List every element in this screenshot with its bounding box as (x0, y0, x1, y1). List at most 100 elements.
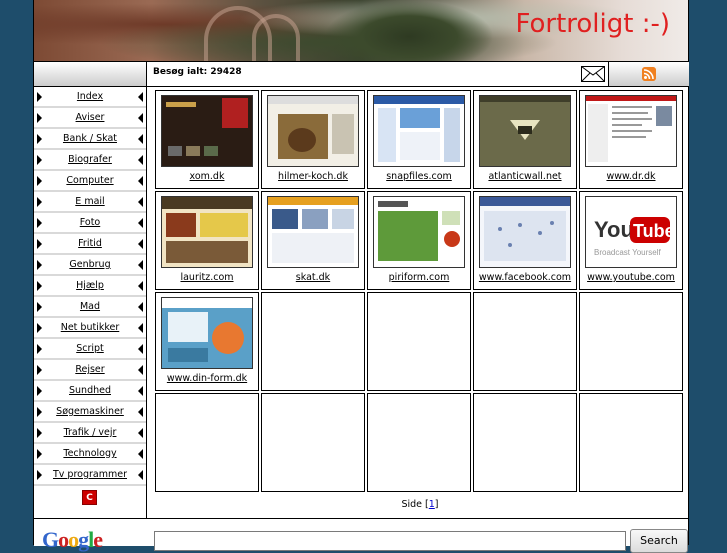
site-link[interactable]: www.facebook.com (474, 272, 576, 283)
nav-item-label: Aviser (75, 112, 105, 123)
nav-item-script[interactable]: Script (34, 339, 146, 360)
site-thumbnail-lauritz-com[interactable]: lauritz.com (155, 191, 259, 290)
site-screenshot-image[interactable] (373, 196, 465, 268)
site-screenshot-image[interactable] (161, 95, 253, 167)
arrow-left-icon (138, 260, 143, 270)
site-link[interactable]: xom.dk (156, 171, 258, 182)
site-screenshot-image[interactable] (267, 95, 359, 167)
nav-item-index[interactable]: Index (34, 87, 146, 108)
site-screenshot-image[interactable] (585, 95, 677, 167)
nav-item-label: Biografer (68, 154, 112, 165)
site-link[interactable]: atlanticwall.net (474, 171, 576, 182)
site-link[interactable]: piriform.com (368, 272, 470, 283)
site-thumbnail-piriform-com[interactable]: piriform.com (367, 191, 471, 290)
nav-item-foto[interactable]: Foto (34, 213, 146, 234)
pager: Side [1] (401, 499, 439, 510)
site-thumbnail-atlanticwall-net[interactable]: atlanticwall.net (473, 90, 577, 189)
nav-item-label: Foto (79, 217, 101, 228)
arrow-left-icon (138, 407, 143, 417)
arrow-left-icon (138, 428, 143, 438)
site-thumbnail-www-facebook-com[interactable]: www.facebook.com (473, 191, 577, 290)
category-nav: Index Aviser Bank / Skat Biografer Computer E… (34, 87, 147, 518)
site-screenshot-image[interactable] (161, 196, 253, 268)
arrow-right-icon (37, 197, 42, 207)
google-search-input[interactable] (154, 531, 626, 551)
nav-item-mad[interactable]: Mad (34, 297, 146, 318)
arrow-right-icon (37, 386, 42, 396)
nav-item-tv-programmer[interactable]: Tv programmer (34, 465, 146, 486)
site-screenshot-image[interactable]: You Tube Broadcast Yourself (585, 196, 677, 268)
nav-item-label: Computer (66, 175, 114, 186)
site-link[interactable]: lauritz.com (156, 272, 258, 283)
nav-item-label: Bank / Skat (62, 133, 117, 144)
arrow-right-icon (37, 134, 42, 144)
nav-item-label: Fritid (78, 238, 102, 249)
site-screenshot-image[interactable] (267, 196, 359, 268)
site-link[interactable]: skat.dk (262, 272, 364, 283)
site-thumbnail-snapfiles-com[interactable]: snapfiles.com (367, 90, 471, 189)
nav-item-genbrug[interactable]: Genbrug (34, 255, 146, 276)
nav-item-e-mail[interactable]: E mail (34, 192, 146, 213)
search-button[interactable]: Search (630, 529, 688, 553)
site-thumbnail-www-dr-dk[interactable]: www.dr.dk (579, 90, 683, 189)
arrow-left-icon (138, 134, 143, 144)
empty-thumbnail-slot (473, 393, 577, 492)
nav-item-label: Mad (79, 301, 101, 312)
pager-label: Side (401, 499, 423, 510)
nav-item-label: Tv programmer (52, 469, 127, 480)
nav-item-bank-skat[interactable]: Bank / Skat (34, 129, 146, 150)
nav-item-net-butikker[interactable]: Net butikker (34, 318, 146, 339)
nav-item-technology[interactable]: Technology (34, 444, 146, 465)
arrow-right-icon (37, 407, 42, 417)
arrow-left-icon (138, 281, 143, 291)
arrow-left-icon (138, 92, 143, 102)
church-window-arch-small (252, 14, 300, 61)
header-banner: Fortroligt :-) (34, 0, 688, 61)
arrow-right-icon (37, 344, 42, 354)
nav-item-label: Trafik / vejr (63, 427, 117, 438)
nav-item-fritid[interactable]: Fritid (34, 234, 146, 255)
site-thumbnail-hilmer-koch-dk[interactable]: hilmer-koch.dk (261, 90, 365, 189)
counter-logo-icon[interactable]: C (82, 490, 97, 505)
arrow-right-icon (37, 239, 42, 249)
arrow-right-icon (37, 92, 42, 102)
site-link[interactable]: www.dr.dk (580, 171, 682, 182)
site-link[interactable]: hilmer-koch.dk (262, 171, 364, 182)
pager-page-link[interactable]: 1 (429, 499, 435, 510)
rss-icon[interactable] (642, 67, 656, 81)
nav-item-aviser[interactable]: Aviser (34, 108, 146, 129)
site-thumbnail-www-youtube-com[interactable]: You Tube Broadcast Yourself www.youtube.com (579, 191, 683, 290)
site-screenshot-image[interactable] (373, 95, 465, 167)
arrow-left-icon (138, 344, 143, 354)
arrow-left-icon (138, 155, 143, 165)
site-link[interactable]: snapfiles.com (368, 171, 470, 182)
site-screenshot-image[interactable] (161, 297, 253, 369)
google-logo: Google (42, 527, 103, 552)
nav-item-trafik-vejr[interactable]: Trafik / vejr (34, 423, 146, 444)
site-thumbnail-xom-dk[interactable]: xom.dk (155, 90, 259, 189)
mail-icon[interactable] (581, 66, 605, 82)
arrow-right-icon (37, 470, 42, 480)
arrow-right-icon (37, 155, 42, 165)
nav-item-computer[interactable]: Computer (34, 171, 146, 192)
google-search-bar: Google Search (34, 518, 688, 553)
site-screenshot-image[interactable] (479, 95, 571, 167)
nav-item-label: Søgemaskiner (56, 406, 124, 417)
empty-thumbnail-slot (473, 292, 577, 391)
nav-item-rejser[interactable]: Rejser (34, 360, 146, 381)
nav-item-label: E mail (75, 196, 105, 207)
site-link[interactable]: www.din-form.dk (156, 373, 258, 384)
arrow-right-icon (37, 281, 42, 291)
nav-item-søgemaskiner[interactable]: Søgemaskiner (34, 402, 146, 423)
nav-item-sundhed[interactable]: Sundhed (34, 381, 146, 402)
site-link[interactable]: www.youtube.com (580, 272, 682, 283)
site-thumbnail-skat-dk[interactable]: skat.dk (261, 191, 365, 290)
nav-item-hjælp[interactable]: Hjælp (34, 276, 146, 297)
arrow-right-icon (37, 176, 42, 186)
nav-item-biografer[interactable]: Biografer (34, 150, 146, 171)
arrow-left-icon (138, 197, 143, 207)
site-screenshot-image[interactable] (479, 196, 571, 268)
arrow-right-icon (37, 218, 42, 228)
site-thumbnail-www-din-form-dk[interactable]: www.din-form.dk (155, 292, 259, 391)
nav-item-label: Genbrug (69, 259, 111, 270)
